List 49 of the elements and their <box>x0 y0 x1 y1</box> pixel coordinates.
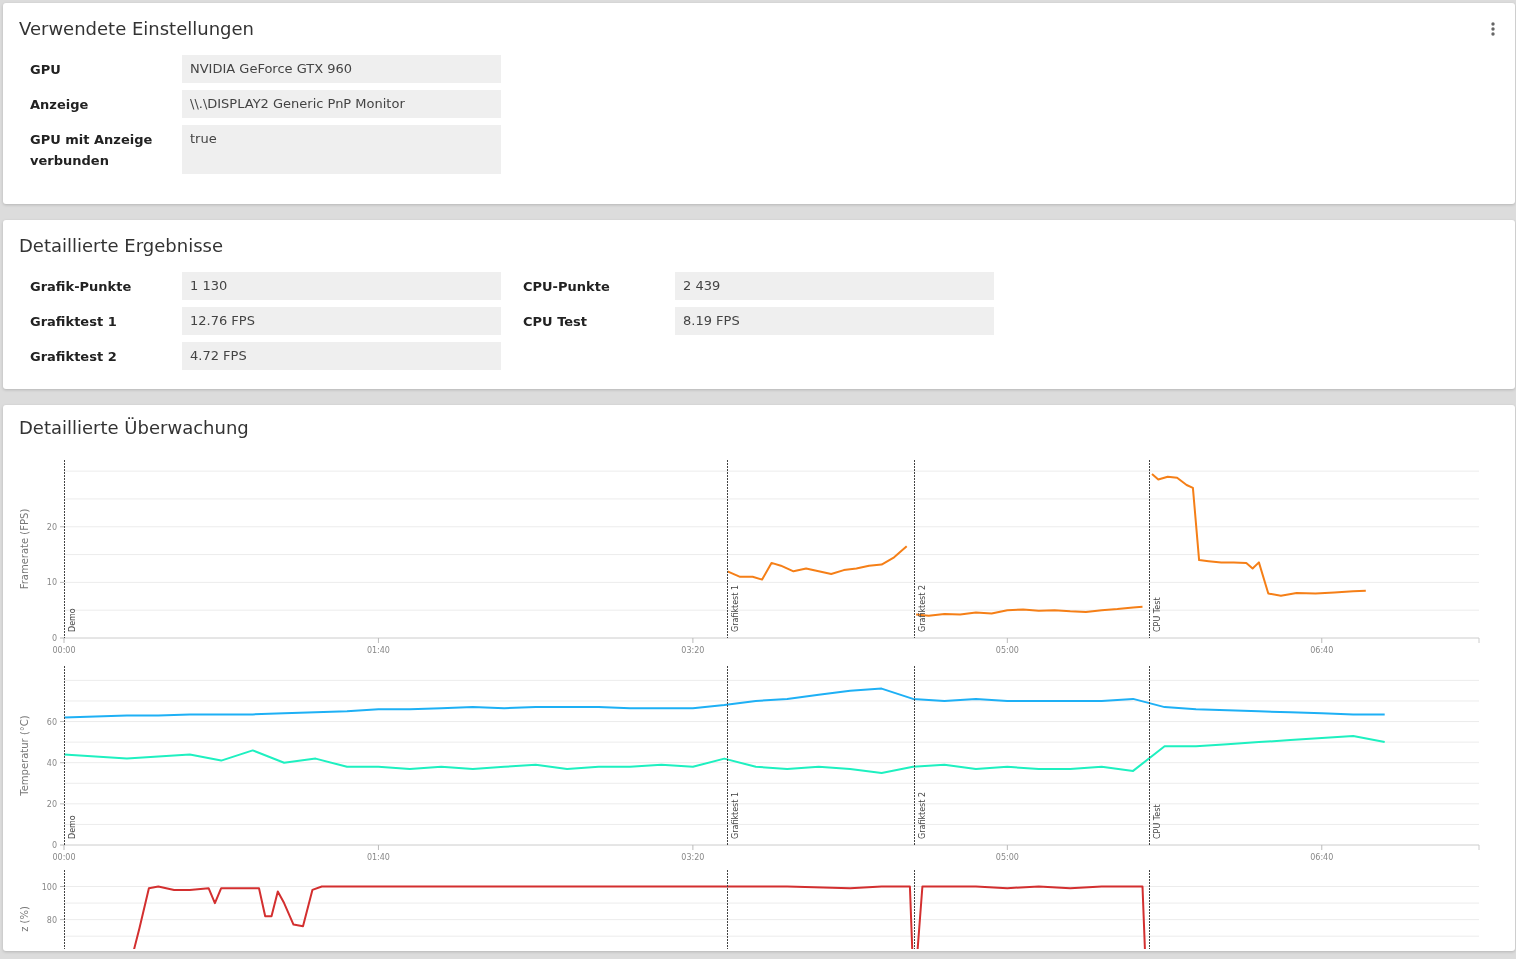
marker-label: Grafiktest 2 <box>917 791 927 839</box>
axis-tick-label: 0 <box>51 634 57 643</box>
marker-label: Demo <box>67 815 77 839</box>
value-field: 12.76 FPS <box>182 307 501 335</box>
card-title: Detaillierte Überwachung <box>19 417 249 439</box>
value-field: 8.19 FPS <box>675 307 994 335</box>
field-label: CPU-Punkte <box>523 278 611 296</box>
axis-title: Temperatur (°C) <box>19 715 30 796</box>
value-field: NVIDIA GeForce GTX 960 <box>182 55 501 83</box>
axis-tick-label: 10 <box>46 578 57 588</box>
value-field: 2 439 <box>675 272 994 300</box>
value-field: 1 130 <box>182 272 501 300</box>
marker-label: Grafiktest 2 <box>917 584 927 632</box>
value-field: 4.72 FPS <box>182 342 501 370</box>
axis-title: Framerate (FPS) <box>19 508 30 590</box>
value-field: \\.\DISPLAY2 Generic PnP Monitor <box>182 90 501 118</box>
axis-tick-label: 100 <box>41 882 57 892</box>
field-label: Grafik-Punkte <box>30 278 133 296</box>
axis-tick-label: 60 <box>46 717 57 727</box>
axis-tick-label: 05:00 <box>995 646 1019 655</box>
field-label: Grafiktest 2 <box>30 348 118 366</box>
axis-tick-label: 06:40 <box>1310 853 1334 862</box>
marker-label: Demo <box>67 608 77 632</box>
axis-tick-label: 03:20 <box>681 646 705 655</box>
marker-label: Grafiktest 1 <box>730 584 740 632</box>
axis-tick-label: 03:20 <box>681 853 705 862</box>
field-label: Grafiktest 1 <box>30 313 118 331</box>
field-label: Anzeige <box>30 96 90 114</box>
axis-tick-label: 05:00 <box>995 853 1019 862</box>
axis-tick-label: 0 <box>51 841 57 850</box>
marker-label: CPU Test <box>1152 804 1162 839</box>
axis-tick-label: 40 <box>46 758 57 768</box>
axis-tick-label: 80 <box>46 915 57 925</box>
value-field: true <box>182 125 501 174</box>
axis-tick-label: 00:00 <box>52 646 76 655</box>
field-label: GPU mit Anzeige verbunden <box>30 131 154 170</box>
marker-label: CPU Test <box>1152 597 1162 632</box>
axis-tick-label: 00:00 <box>52 853 76 862</box>
marker-label: Grafiktest 1 <box>730 791 740 839</box>
card-title: Verwendete Einstellungen <box>19 18 254 40</box>
field-label: GPU <box>30 61 62 79</box>
axis-tick-label: 01:40 <box>366 646 390 655</box>
axis-tick-label: 20 <box>46 799 57 809</box>
axis-tick-label: 20 <box>46 522 57 532</box>
axis-tick-label: 01:40 <box>366 853 390 862</box>
card-title: Detaillierte Ergebnisse <box>19 235 223 257</box>
axis-tick-label: 06:40 <box>1310 646 1334 655</box>
field-label: CPU Test <box>523 313 589 331</box>
axis-title: z (%) <box>19 906 30 932</box>
